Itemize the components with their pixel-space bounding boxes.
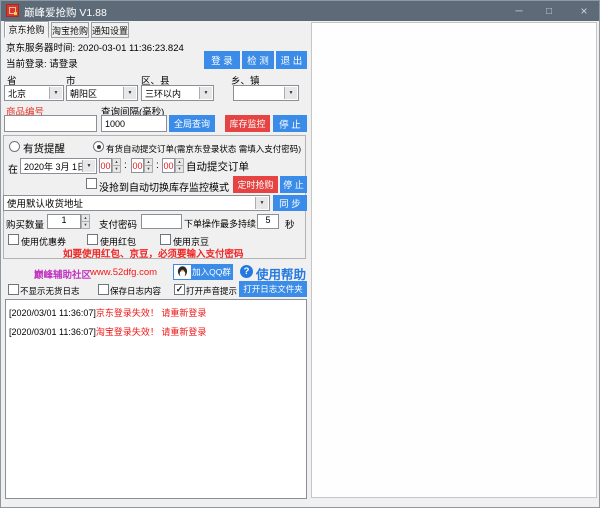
community-url-link[interactable]: www.52dfg.com [90, 267, 157, 278]
open-log-folder-button[interactable]: 打开日志文件夹 [239, 281, 307, 297]
chevron-down-icon: ▼ [199, 87, 212, 99]
spin-down-icon: ▼ [82, 221, 89, 228]
duration-label: 下单操作最多持续 [184, 217, 256, 230]
interval-input[interactable] [101, 115, 167, 132]
spin-down-icon: ▼ [113, 165, 120, 172]
hour-stepper[interactable]: ▲▼ [112, 158, 121, 173]
province-select[interactable]: 北京 ▼ [4, 85, 64, 101]
log-message: 淘宝登录失效！ 请重新登录 [96, 327, 207, 337]
save-log-checkbox[interactable] [98, 284, 109, 295]
minute-stepper[interactable]: ▲▼ [144, 158, 153, 173]
fallback-checkbox[interactable] [86, 178, 97, 189]
qty-input[interactable]: 1 [47, 214, 81, 229]
notify-radio-label: 有货提醒 [23, 141, 65, 156]
use-redpacket-checkbox[interactable] [87, 234, 98, 245]
join-qq-button[interactable]: 加入QQ群 [173, 264, 233, 280]
auto-order-radio-label: 有货自动提交订单(需京东登录状态 需填入支付密码) [106, 143, 301, 155]
minimize-icon[interactable]: ─ [504, 1, 534, 21]
check-icon: ✓ [176, 285, 184, 294]
time-colon: : [124, 160, 127, 171]
global-query-button[interactable]: 全局查询 [169, 115, 215, 132]
right-blank-panel [311, 22, 597, 498]
hide-empty-log-checkbox[interactable] [8, 284, 19, 295]
qty-stepper[interactable]: ▲▼ [81, 214, 90, 229]
qq-penguin-icon [174, 265, 191, 279]
log-line: [2020/03/01 11:36:07]淘宝登录失效！ 请重新登录 [9, 323, 303, 342]
use-coupon-label: 使用优惠券 [21, 235, 66, 248]
auto-submit-label: 自动提交订单 [186, 159, 249, 174]
payment-warning-text: 如要使用红包、京豆，必须要输入支付密码 [63, 246, 244, 260]
current-login-label: 当前登录: 请登录 [6, 56, 78, 70]
spin-down-icon: ▼ [176, 165, 183, 172]
log-timestamp: [2020/03/01 11:36:07] [9, 308, 96, 318]
tab-notify-settings[interactable]: 通知设置 [91, 22, 129, 38]
date-value: 2020年 3月 1日 [24, 160, 86, 173]
save-log-label: 保存日志内容 [110, 285, 161, 297]
address-select[interactable]: 使用默认收货地址 ▼ [3, 195, 270, 211]
tab-taobao-rush[interactable]: 淘宝抢购 [51, 22, 89, 38]
log-message: 京东登录失效！ 请重新登录 [96, 308, 207, 318]
use-coupon-checkbox[interactable] [8, 234, 19, 245]
second-stepper[interactable]: ▲▼ [175, 158, 184, 173]
chevron-down-icon: ▼ [49, 87, 62, 99]
maximize-icon[interactable]: □ [534, 1, 564, 21]
use-jingdou-checkbox[interactable] [160, 234, 171, 245]
district-value: 三环以内 [145, 87, 181, 100]
sku-input[interactable] [4, 115, 97, 132]
chevron-down-icon: ▼ [82, 160, 95, 172]
city-value: 朝阳区 [70, 87, 97, 100]
tab-jd-rush[interactable]: 京东抢购 [4, 21, 49, 38]
at-label: 在 [8, 161, 18, 176]
notify-radio[interactable] [9, 141, 20, 152]
minute-value[interactable]: 00 [131, 158, 144, 173]
time-colon: : [156, 160, 159, 171]
join-qq-label: 加入QQ群 [191, 265, 232, 279]
town-select[interactable]: ▼ [233, 85, 299, 101]
province-value: 北京 [8, 87, 26, 100]
timed-buy-button[interactable]: 定时抢购 [233, 176, 278, 193]
stock-monitor-button[interactable]: 库存监控 [225, 115, 270, 132]
community-label: 巅峰辅助社区 [34, 267, 91, 281]
question-icon: ? [240, 265, 253, 278]
qty-label: 购买数量 [6, 217, 44, 231]
log-line: [2020/03/01 11:36:07]京东登录失效！ 请重新登录 [9, 304, 303, 323]
chevron-down-icon: ▼ [284, 87, 297, 99]
date-select[interactable]: 2020年 3月 1日 ▼ [20, 158, 97, 174]
duration-input[interactable]: 5 [257, 214, 279, 229]
district-select[interactable]: 三环以内 ▼ [141, 85, 214, 101]
log-output-area[interactable]: [2020/03/01 11:36:07]京东登录失效！ 请重新登录 [2020… [5, 299, 307, 499]
chevron-down-icon: ▼ [123, 87, 136, 99]
auto-order-radio[interactable] [93, 141, 104, 152]
hour-value[interactable]: 00 [99, 158, 112, 173]
close-icon[interactable]: × [569, 1, 599, 21]
stop-timed-button[interactable]: 停 止 [280, 176, 307, 193]
seconds-label: 秒 [285, 217, 295, 231]
sound-alert-label: 打开声音提示 [186, 285, 237, 297]
city-select[interactable]: 朝阳区 ▼ [66, 85, 138, 101]
address-value: 使用默认收货地址 [7, 196, 83, 210]
server-time-label: 京东服务器时间: 2020-03-01 11:36:23.824 [6, 40, 184, 54]
stop-button[interactable]: 停 止 [273, 115, 307, 132]
log-timestamp: [2020/03/01 11:36:07] [9, 327, 96, 337]
fallback-checkbox-label: 没抢到自动切换库存监控模式 [99, 179, 229, 194]
app-icon [6, 4, 19, 17]
logout-button[interactable]: 退 出 [276, 51, 307, 69]
spin-down-icon: ▼ [145, 165, 152, 172]
app-window: 巅峰爱抢购 V1.88 ─ □ × 京东抢购 淘宝抢购 通知设置 京东服务器时间… [0, 0, 600, 508]
hide-empty-log-label: 不显示无货日志 [20, 285, 80, 297]
window-title: 巅峰爱抢购 V1.88 [24, 5, 107, 20]
titlebar: 巅峰爱抢购 V1.88 ─ □ × [1, 1, 600, 21]
second-value[interactable]: 00 [162, 158, 175, 173]
login-button[interactable]: 登 录 [204, 51, 240, 69]
pay-password-label: 支付密码 [99, 217, 137, 231]
sound-alert-checkbox[interactable]: ✓ [174, 284, 185, 295]
pay-password-input[interactable] [141, 214, 182, 229]
check-button[interactable]: 检 测 [242, 51, 274, 69]
chevron-down-icon: ▼ [255, 197, 268, 209]
sync-button[interactable]: 同 步 [273, 195, 307, 211]
